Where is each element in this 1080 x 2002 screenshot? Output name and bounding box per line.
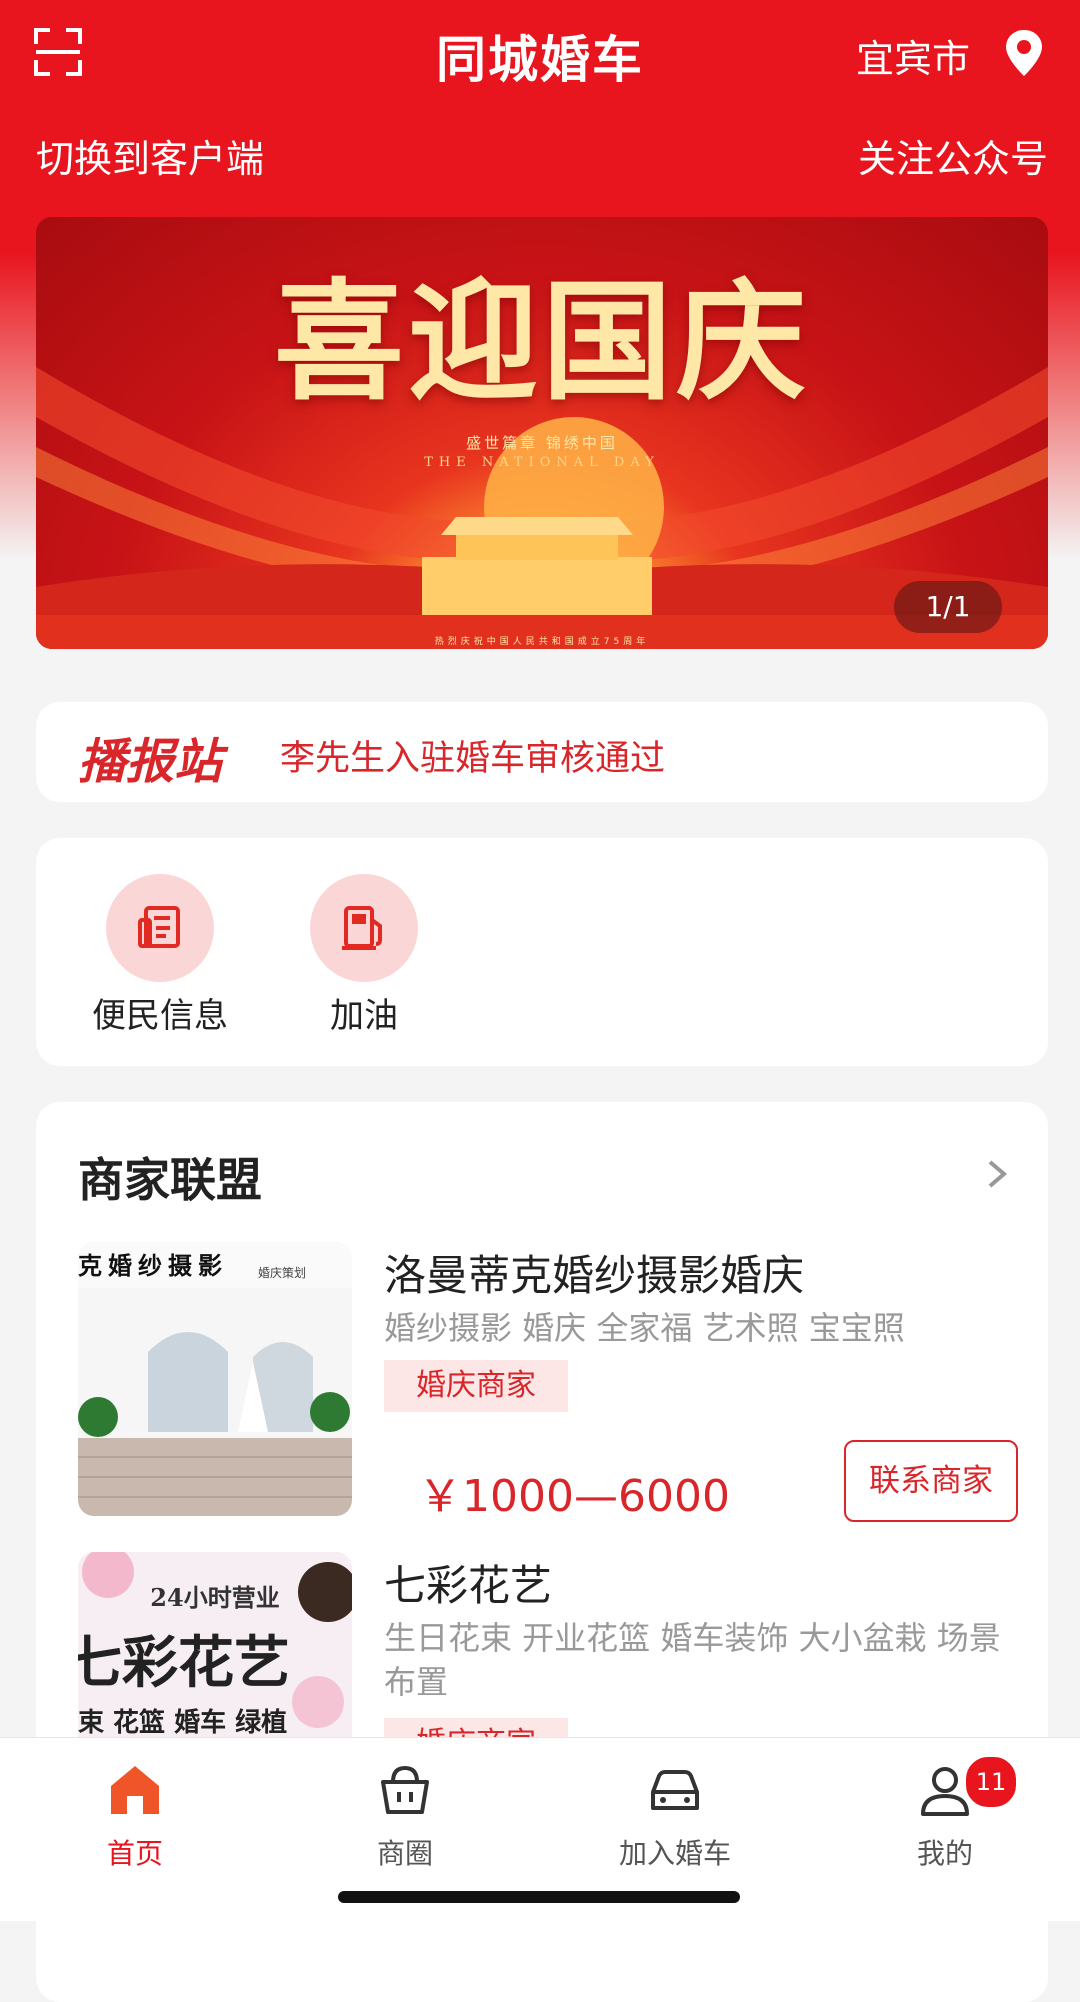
tab-label: 加入婚车 — [618, 1837, 731, 1870]
basket-icon — [381, 1765, 429, 1814]
city-selector[interactable]: 宜宾市 — [856, 28, 970, 83]
tab-label: 商圈 — [376, 1837, 433, 1870]
tab-label: 首页 — [106, 1837, 163, 1870]
location-pin-icon[interactable] — [1004, 28, 1044, 78]
merchant-photo: 克婚纱摄影 婚庆策划 — [78, 1242, 352, 1516]
merchant-tags: 婚纱摄影 婚庆 全家福 艺术照 宝宝照 — [384, 1309, 905, 1347]
merchant-name: 洛曼蒂克婚纱摄影婚庆 — [384, 1251, 805, 1300]
home-icon — [111, 1766, 159, 1814]
merchant-tags: 生日花束 开业花篮 婚车装饰 大小盆栽 场景布置 — [384, 1619, 1001, 1701]
notice-text: 李先生入驻婚车审核通过 — [280, 739, 666, 779]
switch-to-client-link[interactable]: 切换到客户端 — [36, 128, 264, 183]
quick-entry-card: 便民信息 加油 — [36, 838, 1048, 1066]
tab-mine[interactable]: 11 我的 — [845, 1754, 1045, 1872]
notification-badge: 11 — [963, 1754, 1019, 1810]
tab-join-wedding-car[interactable]: 加入婚车 — [575, 1760, 775, 1872]
fuel-pump-icon — [342, 906, 382, 950]
tab-label: 我的 — [916, 1837, 973, 1870]
banner-title: 喜迎国庆 — [273, 265, 810, 418]
banner-subtitle: 盛世篇章 锦绣中国 — [466, 434, 618, 452]
merchant-name: 七彩花艺 — [384, 1561, 553, 1610]
banner-english: THE NATIONAL DAY — [424, 455, 660, 470]
info-doc-icon — [138, 906, 180, 948]
tab-business-circle[interactable]: 商圈 — [305, 1760, 505, 1872]
quick-item-label: 便民信息 — [92, 996, 228, 1036]
quick-item-label: 加油 — [330, 996, 398, 1036]
tab-home[interactable]: 首页 — [35, 1760, 235, 1872]
notice-bar[interactable]: 播报站 李先生入驻婚车审核通过 — [36, 702, 1048, 802]
merchant-price: ￥1000—6000 — [418, 1471, 730, 1522]
chevron-right-icon[interactable] — [982, 1154, 1012, 1194]
notice-label: 播报站 — [78, 734, 223, 790]
banner-pager: 1/1 — [894, 581, 1002, 633]
follow-official-account-link[interactable]: 关注公众号 — [858, 128, 1048, 183]
merchant-item[interactable]: 克婚纱摄影 婚庆策划 洛曼蒂克婚纱摄影婚庆 婚纱摄影 婚庆 全家福 艺术照 宝宝… — [78, 1242, 1018, 1522]
photo-sign-line1: 24小时营业 — [150, 1583, 280, 1612]
top-header: 同城婚车 宜宾市 — [0, 0, 1080, 110]
banner-footer: 热烈庆祝中国人民共和国成立75周年 — [434, 637, 650, 647]
photo-sign-sub: 婚庆策划 — [258, 1266, 307, 1280]
quick-item-info[interactable]: 便民信息 — [60, 874, 260, 1037]
car-icon — [651, 1770, 699, 1810]
promo-banner[interactable]: 喜迎国庆 盛世篇章 锦绣中国 THE NATIONAL DAY 热烈庆祝中国人民… — [36, 217, 1048, 649]
section-title: 商家联盟 — [78, 1153, 262, 1207]
photo-sign-text: 克婚纱摄影 — [78, 1252, 228, 1280]
contact-merchant-button[interactable]: 联系商家 — [844, 1440, 1018, 1522]
merchant-type-badge: 婚庆商家 — [384, 1360, 568, 1412]
photo-sign-line3: 束 花篮 婚车 绿植 — [78, 1708, 288, 1738]
quick-item-fuel[interactable]: 加油 — [264, 874, 464, 1037]
home-indicator — [338, 1891, 740, 1903]
photo-sign-line2: 七彩花艺 — [78, 1630, 290, 1696]
